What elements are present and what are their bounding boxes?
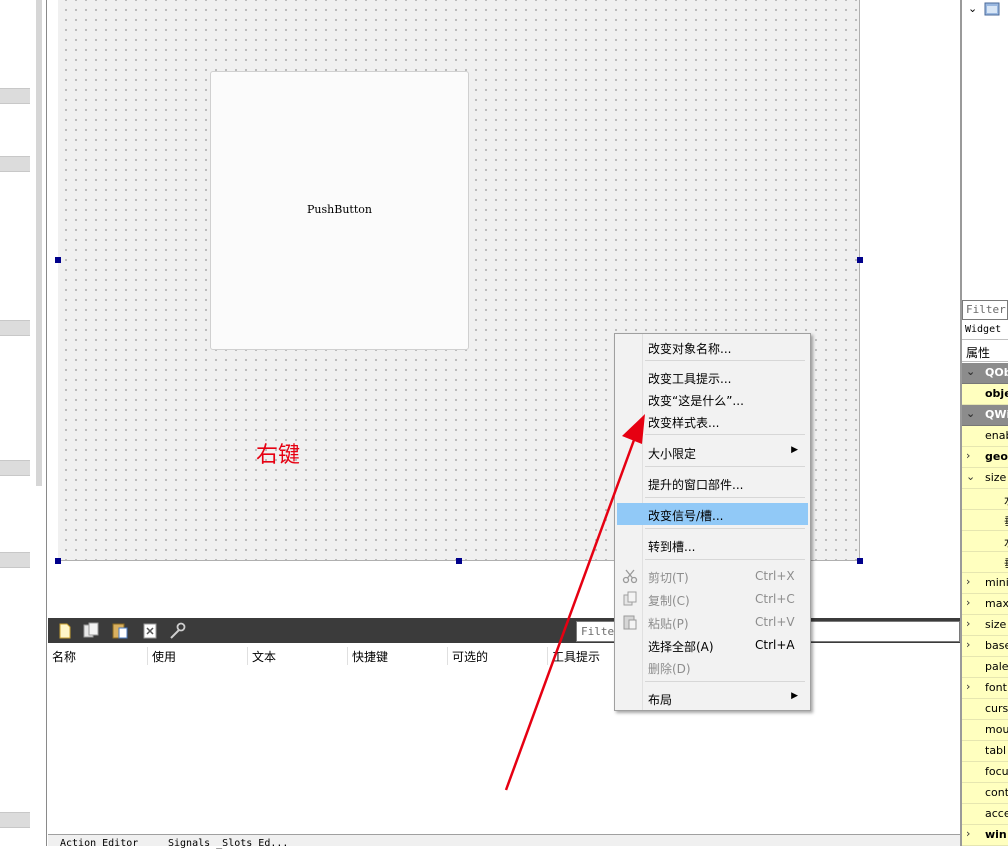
property-row[interactable]: › size — [962, 615, 1008, 636]
widget-icon — [984, 2, 1000, 16]
property-row[interactable]: obje — [962, 384, 1008, 405]
property-filter-input[interactable]: Filter — [962, 300, 1008, 320]
right-click-annotation: 右键 — [256, 443, 301, 468]
widget-category-header[interactable] — [0, 552, 30, 568]
chevron-down-icon[interactable]: ⌄ — [968, 2, 977, 15]
action-table-header: 名称 使用 文本 快捷键 可选的 工具提示 — [48, 645, 960, 667]
property-column-header: 属性 — [962, 341, 1008, 362]
menu-item-change-tooltip[interactable]: 改变工具提示... — [617, 366, 808, 388]
tab-action-editor[interactable]: Action Editor — [60, 838, 138, 849]
widget-category-header[interactable] — [0, 156, 30, 172]
push-button-label: PushButton — [307, 203, 372, 216]
panel-divider[interactable] — [46, 0, 47, 846]
column-header-tooltip[interactable]: 工具提示 — [552, 648, 600, 665]
column-header-checkable[interactable]: 可选的 — [452, 648, 488, 665]
menu-item-promoted-widgets[interactable]: 提升的窗口部件... — [617, 472, 808, 494]
property-row[interactable]: ⌄ size — [962, 468, 1008, 489]
property-row[interactable]: 水 — [962, 489, 1008, 510]
tab-signals-slots-editor[interactable]: Signals _Slots Ed... — [168, 838, 288, 849]
resize-handle[interactable] — [55, 558, 61, 564]
property-row[interactable]: pale — [962, 657, 1008, 678]
submenu-arrow-icon: ▶ — [791, 691, 798, 701]
action-table-body[interactable] — [48, 667, 960, 834]
submenu-arrow-icon: ▶ — [791, 445, 798, 455]
configure-icon[interactable] — [169, 622, 187, 640]
property-row[interactable]: 水 — [962, 531, 1008, 552]
widget-box-panel — [0, 0, 36, 846]
menu-item-layout[interactable]: 布局 ▶ — [617, 687, 808, 709]
menu-item-change-signals-slots[interactable]: 改变信号/槽... — [617, 503, 808, 525]
menu-item-cut[interactable]: 剪切(T) Ctrl+X — [617, 565, 808, 587]
menu-item-change-whats-this[interactable]: 改变“这是什么”... — [617, 388, 808, 410]
property-row[interactable]: curs — [962, 699, 1008, 720]
column-header-used[interactable]: 使用 — [152, 648, 176, 665]
paste-icon — [623, 615, 637, 630]
property-row[interactable]: 垂 — [962, 510, 1008, 531]
property-row[interactable]: › geo — [962, 447, 1008, 468]
widget-category-header[interactable] — [0, 320, 30, 336]
menu-item-go-to-slot[interactable]: 转到槽... — [617, 534, 808, 556]
property-group-qobject[interactable]: ⌄QOb — [962, 363, 1008, 384]
property-row[interactable]: › win — [962, 825, 1008, 846]
scissors-icon — [622, 569, 638, 584]
menu-item-change-object-name[interactable]: 改变对象名称... — [617, 336, 808, 358]
menu-item-paste[interactable]: 粘贴(P) Ctrl+V — [617, 611, 808, 633]
property-row[interactable]: › max — [962, 594, 1008, 615]
object-inspector-tree[interactable]: ⌄ — [962, 0, 1008, 296]
copy-action-icon[interactable] — [82, 622, 100, 640]
widget-category-header[interactable] — [0, 812, 30, 828]
property-row[interactable]: 垂 — [962, 552, 1008, 573]
widget-box-scrollbar[interactable] — [36, 0, 42, 486]
property-row[interactable]: enab — [962, 426, 1008, 447]
property-row[interactable]: ›base — [962, 636, 1008, 657]
menu-item-change-stylesheet[interactable]: 改变样式表... — [617, 410, 808, 432]
paste-action-icon[interactable] — [111, 622, 129, 640]
delete-action-icon[interactable] — [141, 622, 159, 640]
resize-handle[interactable] — [55, 257, 61, 263]
column-header-text[interactable]: 文本 — [252, 648, 276, 665]
push-button[interactable]: PushButton — [210, 71, 469, 350]
column-header-shortcut[interactable]: 快捷键 — [352, 648, 388, 665]
menu-item-copy[interactable]: 复制(C) Ctrl+C — [617, 588, 808, 610]
resize-handle[interactable] — [857, 558, 863, 564]
menu-item-size-constraints[interactable]: 大小限定 ▶ — [617, 441, 808, 463]
property-class-label: Widget — [962, 322, 1008, 340]
property-row[interactable]: cont — [962, 783, 1008, 804]
context-menu: 改变对象名称... 改变工具提示... 改变“这是什么”... 改变样式表...… — [614, 333, 811, 711]
menu-item-delete[interactable]: 删除(D) — [617, 656, 808, 678]
property-row[interactable]: focu — [962, 762, 1008, 783]
copy-icon — [623, 591, 637, 606]
menu-item-select-all[interactable]: 选择全部(A) Ctrl+A — [617, 634, 808, 656]
property-row[interactable]: › font — [962, 678, 1008, 699]
resize-handle[interactable] — [857, 257, 863, 263]
new-action-icon[interactable] — [56, 622, 74, 640]
property-row[interactable]: › mini — [962, 573, 1008, 594]
resize-handle[interactable] — [456, 558, 462, 564]
widget-category-header[interactable] — [0, 88, 30, 104]
property-row[interactable]: tabl — [962, 741, 1008, 762]
bottom-tab-bar: Action Editor Signals _Slots Ed... — [48, 834, 960, 849]
column-header-name[interactable]: 名称 — [52, 648, 76, 665]
property-row[interactable]: acce — [962, 804, 1008, 825]
property-row[interactable]: mou — [962, 720, 1008, 741]
property-group-qwidget[interactable]: ⌄ QWi — [962, 405, 1008, 426]
widget-category-header[interactable] — [0, 460, 30, 476]
